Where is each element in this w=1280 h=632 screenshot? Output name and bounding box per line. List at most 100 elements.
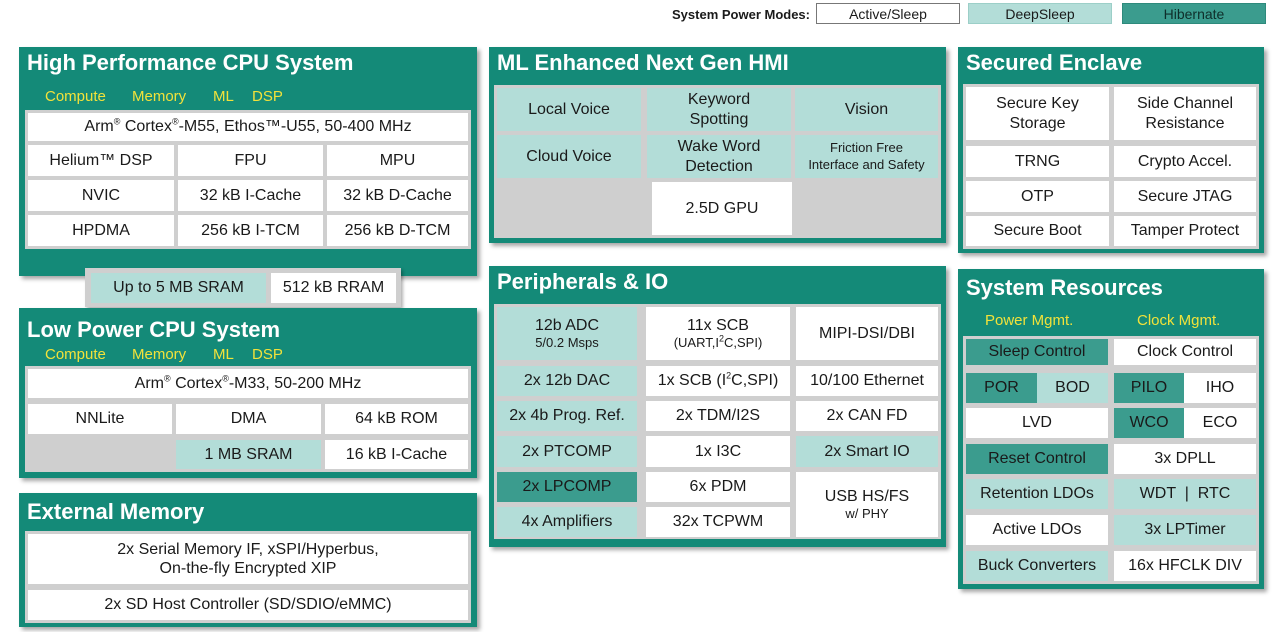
hp-core-label: Arm® Cortex®-M55, Ethos™-U55, 50-400 MHz	[28, 113, 468, 141]
clock-control-block: Clock Control	[1114, 339, 1256, 365]
scb-1x-block: 1x SCB (I2C,SPI)	[646, 366, 790, 396]
secured-enclave-area: Secure Key Storage Side Channel Resistan…	[963, 84, 1259, 249]
lvd-block: LVD	[966, 408, 1108, 438]
dpll-block: 3x DPLL	[1114, 444, 1256, 474]
sram-1mb-block: 1 MB SRAM	[176, 440, 321, 469]
hp-cpu-panel: High Performance CPU System Compute Memo…	[19, 47, 477, 276]
nvic-block: NVIC	[28, 180, 174, 211]
sleep-control-block: Sleep Control	[966, 339, 1108, 365]
buck-converters-block: Buck Converters	[966, 551, 1108, 581]
lp-cpu-area: Arm® Cortex®-M33, 50-200 MHz NNLite DMA …	[25, 366, 471, 472]
friction-free-block: Friction Free Interface and Safety	[795, 135, 938, 178]
dac-block: 2x 12b DAC	[497, 366, 637, 396]
power-modes-label: System Power Modes:	[672, 7, 810, 22]
pdm-block: 6x PDM	[646, 472, 790, 502]
hp-sub-ml: ML	[213, 88, 234, 105]
external-memory-title: External Memory	[27, 499, 205, 524]
secured-enclave-panel: Secured Enclave Secure Key Storage Side …	[958, 47, 1264, 253]
lp-cpu-title: Low Power CPU System	[27, 317, 281, 342]
crypto-block: Crypto Accel.	[1114, 146, 1256, 177]
lp-sub-ml: ML	[213, 346, 234, 363]
lp-core-label: Arm® Cortex®-M33, 50-200 MHz	[28, 369, 468, 398]
ethernet-block: 10/100 Ethernet	[796, 366, 938, 396]
lp-cpu-panel: Low Power CPU System Compute Memory ML D…	[19, 308, 477, 478]
gpu-block: 2.5D GPU	[652, 182, 792, 235]
helium-dsp-block: Helium™ DSP	[28, 145, 174, 176]
peripherals-area: 12b ADC 5/0.2 Msps 11x SCB (UART,I2C,SPI…	[494, 304, 941, 539]
vision-block: Vision	[795, 88, 938, 131]
sram-5mb-block: Up to 5 MB SRAM	[91, 273, 266, 303]
sd-host-block: 2x SD Host Controller (SD/SDIO/eMMC)	[28, 590, 468, 620]
legend-hibernate: Hibernate	[1122, 3, 1266, 24]
eco-block: ECO	[1184, 408, 1256, 438]
hp-sub-compute: Compute	[45, 88, 106, 105]
i-cache-block: 32 kB I-Cache	[178, 180, 323, 211]
i3c-block: 1x I3C	[646, 436, 790, 467]
clock-mgmt-label: Clock Mgmt.	[1137, 312, 1221, 329]
nnlite-block: NNLite	[28, 404, 172, 434]
rram-block: 512 kB RRAM	[271, 273, 396, 303]
serial-memory-block: 2x Serial Memory IF, xSPI/Hyperbus, On-t…	[28, 534, 468, 584]
hmi-title: ML Enhanced Next Gen HMI	[497, 50, 789, 75]
reset-control-block: Reset Control	[966, 444, 1108, 474]
wake-word-block: Wake Word Detection	[647, 135, 791, 178]
scb-11x-block: 11x SCB (UART,I2C,SPI)	[646, 307, 790, 360]
adc-block: 12b ADC 5/0.2 Msps	[497, 307, 637, 360]
wco-block: WCO	[1114, 408, 1184, 438]
keyword-spotting-block: Keyword Spotting	[647, 88, 791, 131]
active-ldo-block: Active LDOs	[966, 515, 1108, 545]
hp-sub-dsp: DSP	[252, 88, 283, 105]
rom-block: 64 kB ROM	[325, 404, 468, 434]
trng-block: TRNG	[966, 146, 1109, 177]
por-block: POR	[966, 373, 1037, 403]
ptcomp-block: 2x PTCOMP	[497, 436, 637, 467]
hp-sub-memory: Memory	[132, 88, 187, 105]
lptimer-block: 3x LPTimer	[1114, 515, 1256, 545]
external-memory-panel: External Memory 2x Serial Memory IF, xSP…	[19, 493, 477, 627]
usb-block: USB HS/FS w/ PHY	[796, 472, 938, 537]
secured-enclave-title: Secured Enclave	[966, 50, 1143, 75]
shared-memory-strip: Up to 5 MB SRAM 512 kB RRAM	[85, 268, 401, 307]
can-fd-block: 2x CAN FD	[796, 401, 938, 431]
system-resources-area: Sleep Control Clock Control POR BOD PILO…	[963, 336, 1259, 584]
tdm-block: 2x TDM/I2S	[646, 401, 790, 431]
bod-block: BOD	[1037, 373, 1108, 403]
i-tcm-block: 256 kB I-TCM	[178, 215, 323, 246]
secure-key-storage-block: Secure Key Storage	[966, 87, 1109, 140]
otp-block: OTP	[966, 181, 1109, 212]
hp-cpu-title: High Performance CPU System	[27, 50, 354, 75]
power-mgmt-label: Power Mgmt.	[985, 312, 1074, 329]
peripherals-panel: Peripherals & IO 12b ADC 5/0.2 Msps 11x …	[489, 266, 946, 547]
lp-sub-dsp: DSP	[252, 346, 283, 363]
peripherals-title: Peripherals & IO	[497, 269, 669, 294]
iho-block: IHO	[1184, 373, 1256, 403]
hmi-panel: ML Enhanced Next Gen HMI Local Voice Key…	[489, 47, 946, 243]
mipi-block: MIPI-DSI/DBI	[796, 307, 938, 360]
local-voice-block: Local Voice	[497, 88, 641, 131]
hp-cpu-area: Arm® Cortex®-M55, Ethos™-U55, 50-400 MHz…	[25, 110, 471, 249]
dma-block: DMA	[176, 404, 321, 434]
system-resources-title: System Resources	[966, 275, 1163, 300]
d-tcm-block: 256 kB D-TCM	[327, 215, 468, 246]
side-channel-block: Side Channel Resistance	[1114, 87, 1256, 140]
smart-io-block: 2x Smart IO	[796, 436, 938, 467]
lp-sub-compute: Compute	[45, 346, 106, 363]
external-memory-area: 2x Serial Memory IF, xSPI/Hyperbus, On-t…	[25, 531, 471, 623]
hpdma-block: HPDMA	[28, 215, 174, 246]
retention-ldo-block: Retention LDOs	[966, 479, 1108, 509]
pilo-block: PILO	[1114, 373, 1184, 403]
system-resources-panel: System Resources Power Mgmt. Clock Mgmt.…	[958, 269, 1264, 589]
wdt-rtc-block: WDT | RTC	[1114, 479, 1256, 509]
legend-deep-sleep: DeepSleep	[968, 3, 1112, 24]
cloud-voice-block: Cloud Voice	[497, 135, 641, 178]
fpu-block: FPU	[178, 145, 323, 176]
hfclk-div-block: 16x HFCLK DIV	[1114, 551, 1256, 581]
amplifiers-block: 4x Amplifiers	[497, 507, 637, 537]
secure-boot-block: Secure Boot	[966, 216, 1109, 246]
mpu-block: MPU	[327, 145, 468, 176]
lpcomp-block: 2x LPCOMP	[497, 472, 637, 502]
legend-active-sleep: Active/Sleep	[816, 3, 960, 24]
tcpwm-block: 32x TCPWM	[646, 507, 790, 537]
lp-sub-memory: Memory	[132, 346, 187, 363]
secure-jtag-block: Secure JTAG	[1114, 181, 1256, 212]
